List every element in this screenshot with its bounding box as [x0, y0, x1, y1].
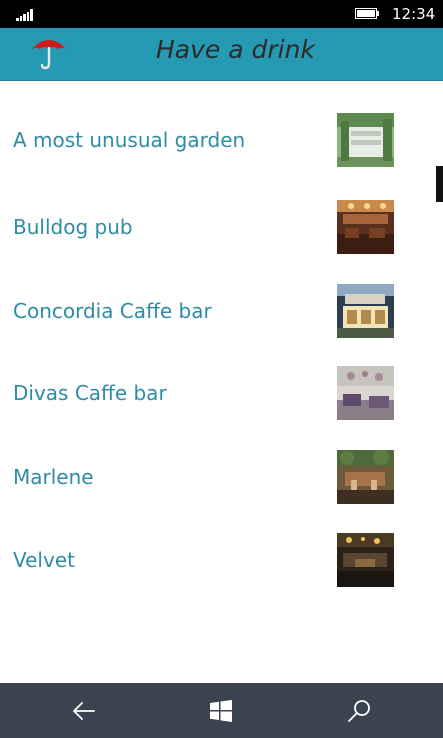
list-item-label: Marlene: [13, 465, 94, 489]
list-item-label: Bulldog pub: [13, 215, 133, 239]
page-title: Have a drink: [156, 35, 315, 64]
battery-icon: [355, 8, 379, 19]
list-item[interactable]: A most unusual garden: [0, 113, 443, 175]
bar-night-photo: [337, 533, 394, 587]
list-item[interactable]: Marlene: [0, 450, 443, 512]
status-time: 12:34: [392, 5, 436, 23]
app-header: Have a drink: [0, 28, 443, 81]
list-item[interactable]: Divas Caffe bar: [0, 366, 443, 428]
search-icon[interactable]: [345, 697, 373, 725]
bottom-nav: [0, 683, 443, 738]
cafe-front-photo: [337, 284, 394, 338]
back-arrow-icon[interactable]: [70, 697, 98, 725]
status-bar: 12:34: [0, 0, 443, 28]
bar-terrace-photo: [337, 450, 394, 504]
list-item-label: Divas Caffe bar: [13, 381, 167, 405]
windows-start-icon[interactable]: [207, 697, 235, 725]
scroll-indicator: [436, 166, 443, 202]
list-item-label: A most unusual garden: [13, 128, 246, 152]
umbrella-icon[interactable]: [29, 32, 69, 70]
list-item-label: Concordia Caffe bar: [13, 299, 212, 323]
cafe-interior-photo: [337, 366, 394, 420]
pub-interior-photo: [337, 200, 394, 254]
list-item-label: Velvet: [13, 548, 75, 572]
garden-photo: [337, 113, 394, 167]
signal-icon: [16, 7, 34, 21]
list-item[interactable]: Concordia Caffe bar: [0, 284, 443, 346]
list-item[interactable]: Velvet: [0, 533, 443, 595]
list-item[interactable]: Bulldog pub: [0, 200, 443, 262]
